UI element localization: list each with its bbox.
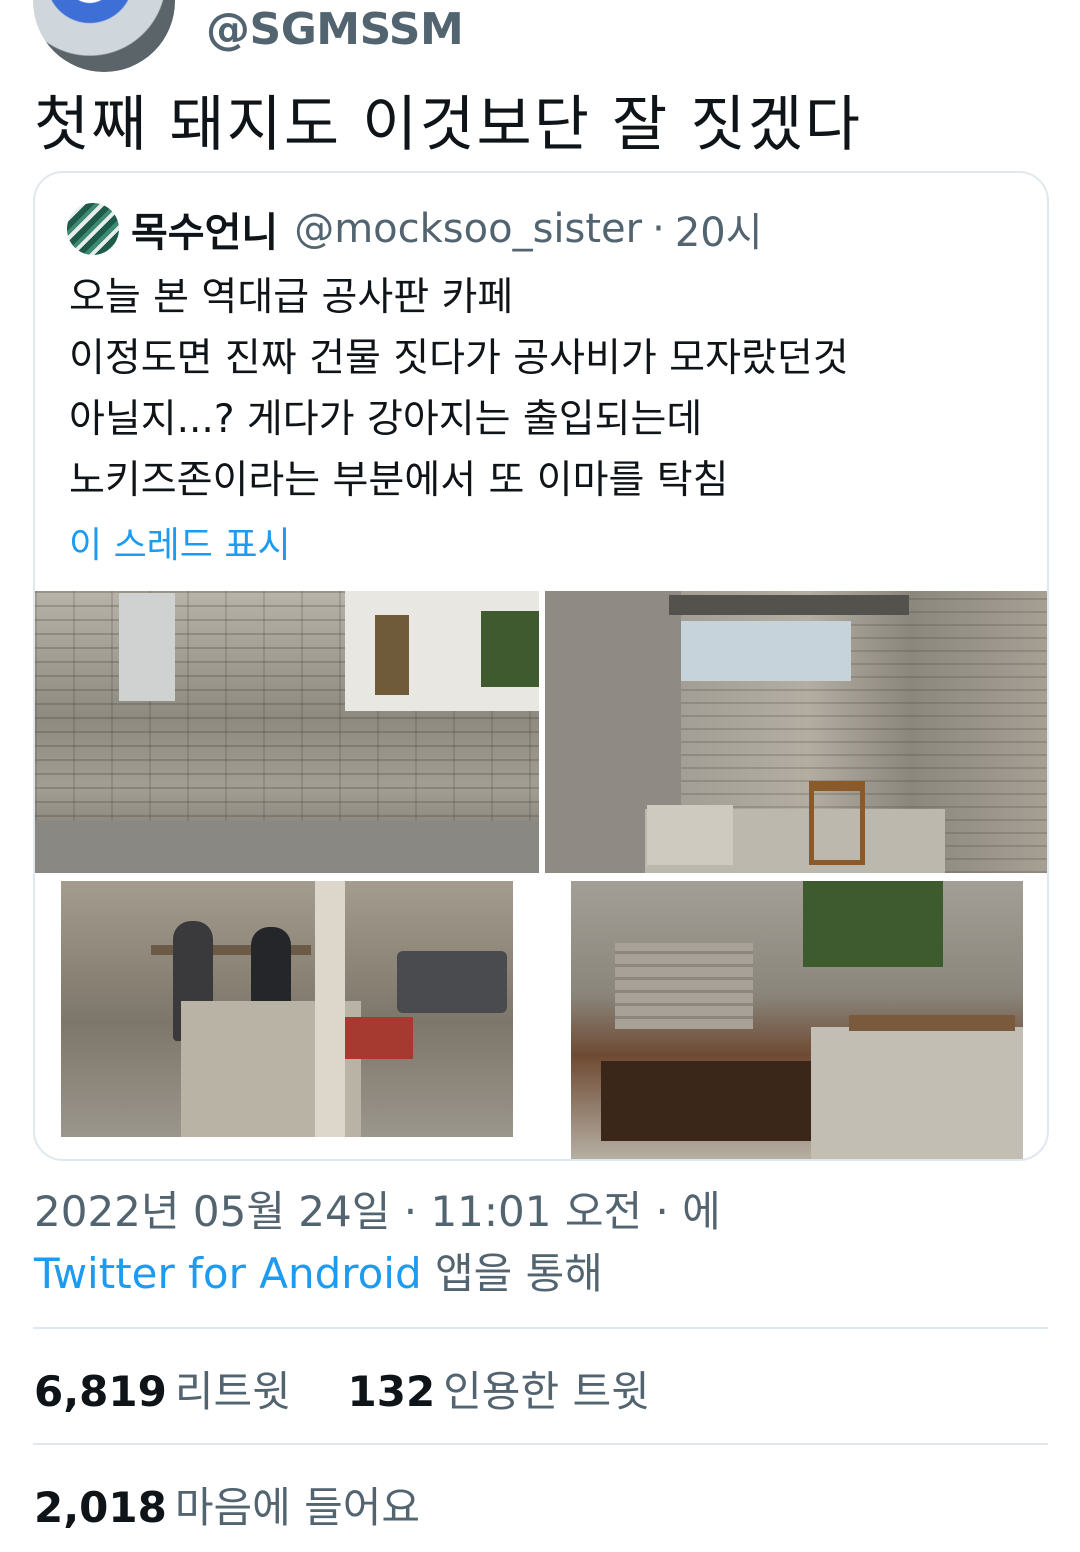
show-thread-link[interactable]: 이 스레드 표시 (69, 516, 291, 568)
header-separator: · (652, 206, 665, 252)
tweet-timestamp[interactable]: 2022년 05월 24일 · 11:01 오전 · 에 (34, 1178, 721, 1239)
photo-low-table (849, 1015, 1015, 1031)
photo-cafe-exterior[interactable] (35, 591, 539, 873)
source-app-link[interactable]: Twitter for Android (34, 1249, 422, 1298)
retweets-label: 리트윗 (174, 1367, 291, 1416)
quoted-tweet-text: 오늘 본 역대급 공사판 카페 이정도면 진짜 건물 짓다가 공사비가 모자랐던… (69, 267, 849, 511)
author-avatar[interactable] (33, 0, 175, 72)
quotes-label: 인용한 트윗 (443, 1367, 650, 1416)
quoted-author-handle[interactable]: @mocksoo_sister (294, 206, 642, 252)
photo-garden-bench[interactable] (571, 881, 1023, 1159)
photo-sky (681, 621, 851, 681)
photo-bench (647, 805, 733, 865)
photo-red-box (345, 1017, 413, 1059)
photo-beam (669, 595, 909, 615)
photo-pillar (315, 881, 345, 1137)
retweets-stat[interactable]: 6,819 리트윗 (34, 1367, 291, 1416)
photo-cafe-counter[interactable] (61, 881, 513, 1137)
source-suffix: 앱을 통해 (421, 1249, 603, 1298)
photo-mulch (601, 1061, 841, 1141)
quoted-tweet-card[interactable]: 목수언니 @mocksoo_sister · 20시 오늘 본 역대급 공사판 … (33, 171, 1049, 1161)
photo-sign (119, 593, 175, 701)
quoted-tweet-time[interactable]: 20시 (675, 200, 763, 258)
quoted-text-line: 이정도면 진짜 건물 짓다가 공사비가 모자랐던것 (69, 336, 849, 381)
retweets-count: 6,819 (34, 1367, 167, 1416)
quoted-text-line: 아닐지...? 게다가 강아지는 출입되는데 (69, 397, 703, 442)
quotes-count: 132 (347, 1367, 436, 1416)
photo-tree (481, 611, 539, 687)
likes-count: 2,018 (34, 1483, 167, 1532)
photo-bushes (803, 881, 943, 967)
photo-courtyard-chair[interactable] (545, 591, 1047, 873)
author-handle[interactable]: @SGMSSM (206, 4, 464, 55)
likes-stat[interactable]: 2,018 마음에 들어요 (34, 1474, 420, 1535)
quotes-stat[interactable]: 132 인용한 트윗 (348, 1367, 650, 1416)
quoted-tweet-header: 목수언니 @mocksoo_sister · 20시 (67, 201, 763, 257)
tweet-text: 첫째 돼지도 이것보단 잘 짓겠다 (34, 90, 862, 160)
retweet-quote-stats: 6,819 리트윗 132 인용한 트윗 (34, 1358, 650, 1419)
quoted-text-line: 노키즈존이라는 부분에서 또 이마를 탁침 (69, 458, 729, 503)
photo-espresso-machine (397, 951, 507, 1013)
quoted-author-name[interactable]: 목수언니 (131, 200, 278, 258)
photo-chair (809, 781, 865, 865)
divider (33, 1327, 1048, 1329)
photo-window (375, 615, 409, 695)
quoted-text-line: 오늘 본 역대급 공사판 카페 (69, 275, 514, 320)
tweet-source: Twitter for Android 앱을 통해 (34, 1240, 603, 1301)
divider (33, 1443, 1048, 1445)
likes-label: 마음에 들어요 (174, 1483, 421, 1532)
photo-ground (35, 821, 539, 873)
quoted-author-avatar[interactable] (67, 203, 119, 255)
photo-brick-seat (615, 943, 753, 1029)
photo-slab (811, 1027, 1023, 1159)
